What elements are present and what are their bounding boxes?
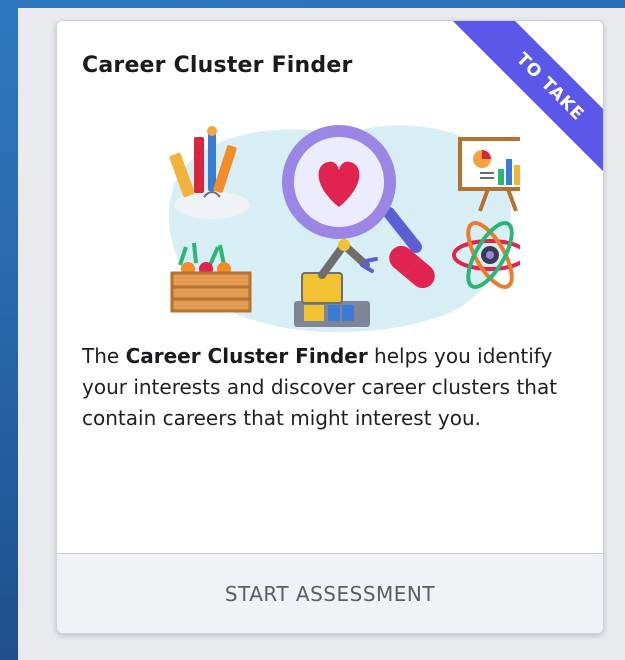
start-assessment-button[interactable]: START ASSESSMENT xyxy=(57,553,603,633)
description-bold-title: Career Cluster Finder xyxy=(125,344,368,368)
start-assessment-label: START ASSESSMENT xyxy=(224,582,436,606)
assessment-card: Career Cluster Finder TO TAKE The Career… xyxy=(56,20,604,634)
page-side-strip xyxy=(0,0,18,660)
description-prefix: The xyxy=(82,344,126,368)
card-description: The Career Cluster Finder helps you iden… xyxy=(82,341,582,434)
career-illustration xyxy=(168,125,520,333)
card-title: Career Cluster Finder xyxy=(82,53,353,78)
page-top-strip xyxy=(0,0,625,8)
